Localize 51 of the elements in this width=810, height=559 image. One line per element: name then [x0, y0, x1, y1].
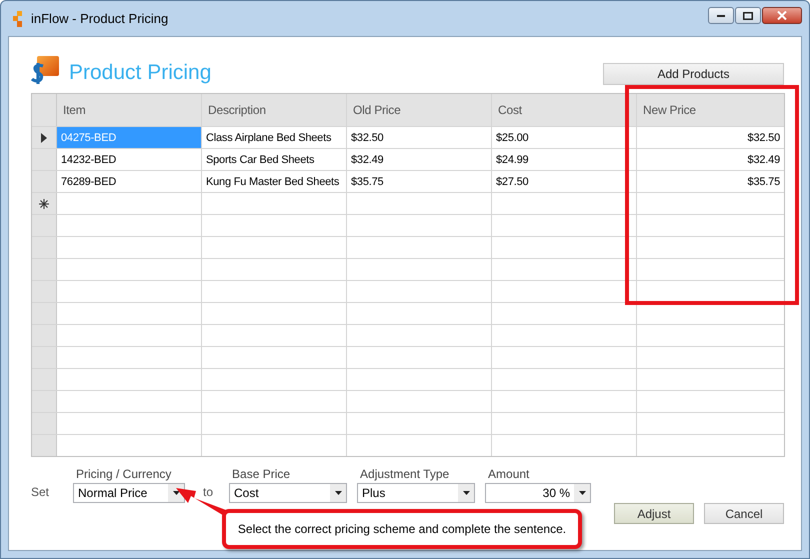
close-button[interactable]: [762, 7, 802, 24]
table-cell: $24.99: [492, 149, 637, 170]
dialog-button[interactable]: Adjust: [614, 503, 694, 524]
table-cell: 14232-BED: [57, 149, 202, 170]
table-cell-text: $32.50: [746, 130, 781, 146]
table-cell: Sports Car Bed Sheets: [202, 149, 347, 170]
window-title: inFlow - Product Pricing: [31, 11, 168, 26]
dialog-button[interactable]: Cancel: [704, 503, 784, 524]
minimize-button[interactable]: [708, 7, 734, 24]
dropdown-caret-icon[interactable]: [462, 491, 470, 495]
dropdown-field[interactable]: 30 %: [485, 483, 592, 503]
maximize-icon[interactable]: [743, 12, 753, 20]
field-label: Base Price: [231, 467, 292, 481]
table-cell: $25.00: [492, 127, 637, 148]
table-cell: Class Airplane Bed Sheets: [202, 127, 347, 148]
dollar-icon: [31, 56, 59, 84]
column-header[interactable]: Old Price: [347, 94, 492, 126]
page-heading: Product Pricing: [69, 61, 212, 85]
field-label: Adjustment Type: [359, 467, 450, 481]
table-cell: $32.50: [347, 127, 492, 148]
column-header[interactable]: Cost: [492, 94, 637, 126]
add-products-button[interactable]: Add Products: [603, 63, 784, 85]
table-cell-text: $32.49: [746, 152, 781, 168]
table-cell: 76289-BED: [57, 171, 202, 192]
new-row-icon: [39, 198, 49, 208]
callout-note: Select the correct pricing scheme and complete the sentence.: [222, 509, 582, 549]
dropdown-field[interactable]: Cost: [229, 483, 348, 503]
row-header[interactable]: [32, 127, 57, 148]
dropdown-caret-icon[interactable]: [578, 491, 586, 495]
dropdown-caret-icon[interactable]: [334, 491, 342, 495]
table-cell: $32.49: [347, 149, 492, 170]
field-label: Amount: [487, 467, 530, 481]
column-header[interactable]: Description: [202, 94, 347, 126]
close-icon[interactable]: [777, 11, 787, 20]
dropdown-field[interactable]: Plus: [357, 483, 476, 503]
dropdown-caret-icon[interactable]: [172, 491, 180, 495]
column-header[interactable]: Item: [57, 94, 202, 126]
column-header[interactable]: New Price: [637, 94, 784, 126]
table-cell-text: $35.75: [746, 174, 781, 190]
table-cell: 04275-BED: [57, 127, 202, 148]
field-label: Pricing / Currency: [75, 467, 172, 481]
minimize-icon[interactable]: [717, 14, 725, 16]
row-header[interactable]: [32, 193, 57, 214]
set-label: Set: [31, 485, 50, 499]
maximize-button[interactable]: [735, 7, 761, 24]
dropdown-field[interactable]: Normal Price: [73, 483, 185, 503]
table-cell: Kung Fu Master Bed Sheets: [202, 171, 347, 192]
table-cell: $35.75: [347, 171, 492, 192]
table-cell: $27.50: [492, 171, 637, 192]
app-logo-icon: [11, 10, 25, 26]
to-label: to: [203, 485, 214, 499]
